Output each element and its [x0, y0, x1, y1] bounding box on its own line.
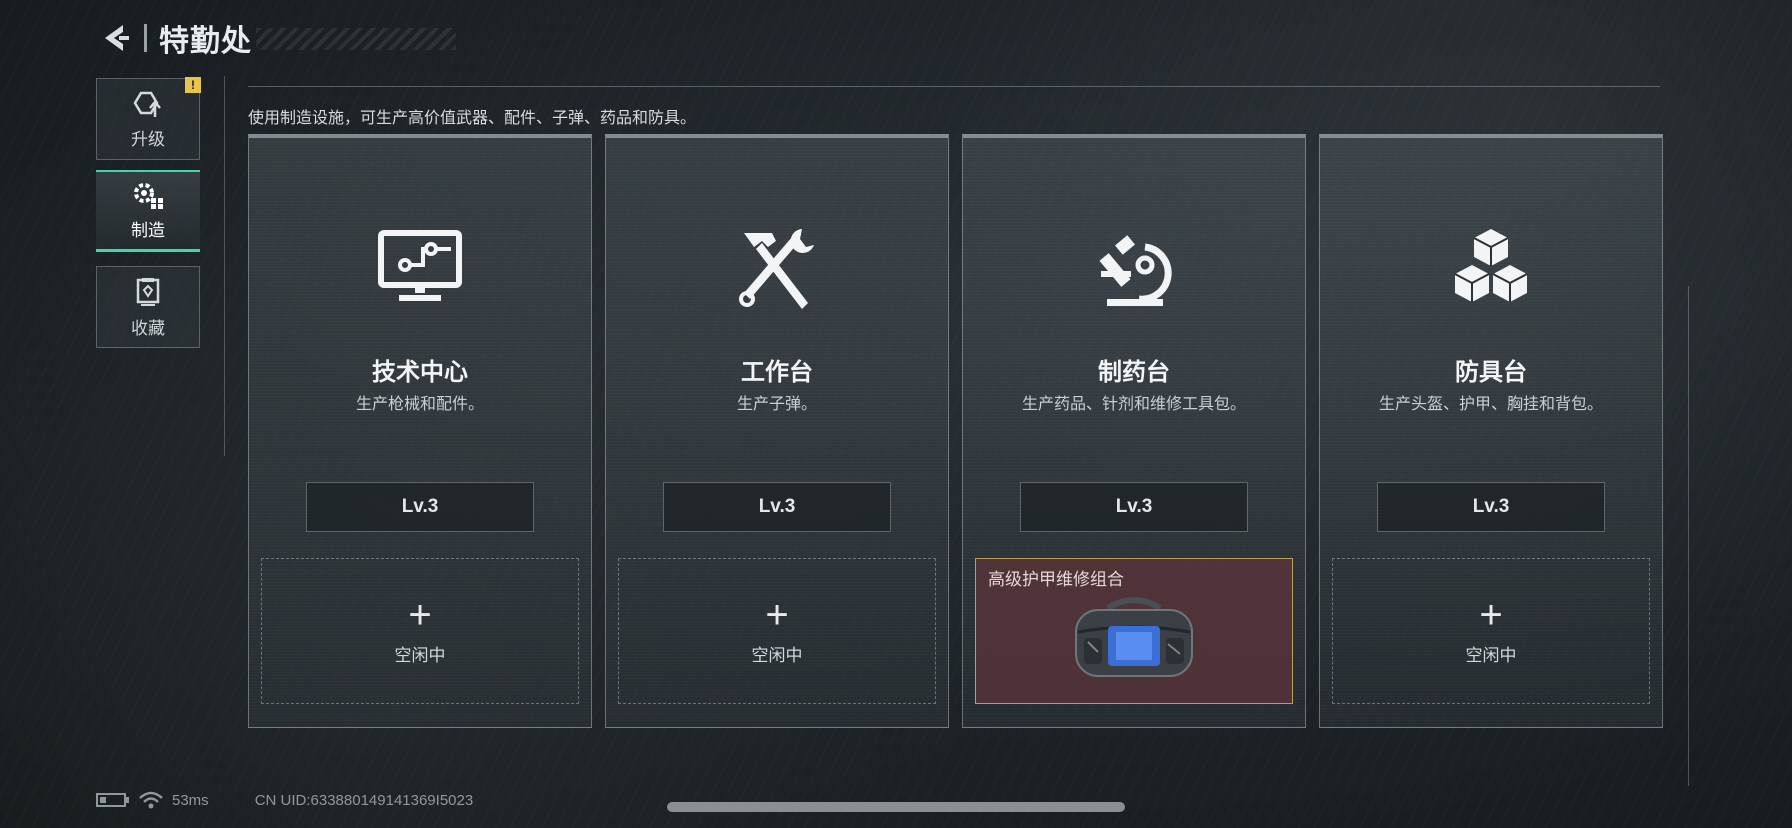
back-arrow-icon — [105, 25, 129, 51]
home-indicator[interactable] — [667, 802, 1125, 812]
page-description: 使用制造设施，可生产高价值武器、配件、子弹、药品和防具。 — [248, 110, 697, 127]
collection-icon — [136, 277, 160, 306]
station-name: 制药台 — [1098, 359, 1170, 386]
user-uid: CN UID:633880149141369I5023 — [254, 791, 474, 809]
level-button[interactable]: Lv.3 — [1020, 482, 1248, 532]
level-button[interactable]: Lv.3 — [663, 482, 891, 532]
header: 特勤处 — [96, 18, 456, 58]
left-frame-line — [224, 76, 225, 456]
boxes-icon — [1454, 229, 1528, 302]
plus-icon: + — [1479, 592, 1503, 637]
slot-status: 空闲中 — [1465, 645, 1517, 665]
production-slot-idle[interactable]: + 空闲中 — [618, 558, 936, 704]
station-name: 技术中心 — [372, 359, 468, 386]
plus-icon: + — [408, 592, 432, 637]
station-card-workbench[interactable]: 工作台 生产子弹。 Lv.3 + 空闲中 — [605, 134, 949, 728]
back-button[interactable] — [96, 18, 136, 58]
nav-label: 收藏 — [131, 318, 165, 338]
production-slot-busy[interactable]: 高级护甲维修组合 — [975, 558, 1293, 704]
level-button[interactable]: Lv.3 — [306, 482, 534, 532]
page-title: 特勤处 — [159, 25, 252, 58]
alert-badge: ! — [185, 77, 201, 93]
slot-status: 空闲中 — [751, 645, 803, 665]
station-name: 工作台 — [741, 359, 813, 386]
production-slot-idle[interactable]: + 空闲中 — [261, 558, 579, 704]
title-stripe-decoration — [256, 28, 456, 50]
hammer-wrench-icon — [739, 229, 814, 309]
upgrade-icon — [133, 91, 161, 117]
nav-item-collection[interactable]: 收藏 — [96, 266, 200, 348]
microscope-icon — [1099, 235, 1172, 306]
station-card-tech-center[interactable]: 技术中心 生产枪械和配件。 Lv.3 + 空闲中 — [248, 134, 592, 728]
armor-repair-kit-image — [1075, 597, 1193, 677]
production-slot-idle[interactable]: + 空闲中 — [1332, 558, 1650, 704]
station-name: 防具台 — [1455, 359, 1527, 386]
ping-value: 53ms — [172, 791, 209, 809]
station-description: 生产头盔、护甲、胸挂和背包。 — [1378, 396, 1603, 413]
right-frame-line — [1688, 286, 1689, 786]
slot-status: 空闲中 — [394, 645, 446, 665]
nav-item-craft[interactable]: 制造 — [96, 170, 200, 252]
title-divider — [144, 24, 147, 52]
plus-icon: + — [765, 592, 789, 637]
wifi-icon — [139, 791, 163, 809]
gears-icon — [134, 183, 163, 209]
station-card-pharmacy[interactable]: 制药台 生产药品、针剂和维修工具包。 Lv.3 高级护甲维修组合 — [962, 134, 1306, 728]
nav-label: 制造 — [131, 221, 165, 240]
status-bar: 53ms CN UID:633880149141369I5023 — [96, 788, 473, 812]
station-description: 生产子弹。 — [736, 396, 817, 413]
level-button[interactable]: Lv.3 — [1377, 482, 1605, 532]
station-card-armor[interactable]: 防具台 生产头盔、护甲、胸挂和背包。 Lv.3 + 空闲中 — [1319, 134, 1663, 728]
station-description: 生产枪械和配件。 — [355, 396, 484, 413]
nav-label: 升级 — [131, 129, 165, 149]
nav-item-upgrade[interactable]: 升级 ! — [96, 77, 201, 160]
crafting-item-name: 高级护甲维修组合 — [988, 570, 1124, 589]
battery-icon — [96, 793, 129, 807]
computer-icon — [378, 230, 462, 301]
station-description: 生产药品、针剂和维修工具包。 — [1021, 396, 1246, 413]
top-frame-line — [248, 86, 1660, 87]
